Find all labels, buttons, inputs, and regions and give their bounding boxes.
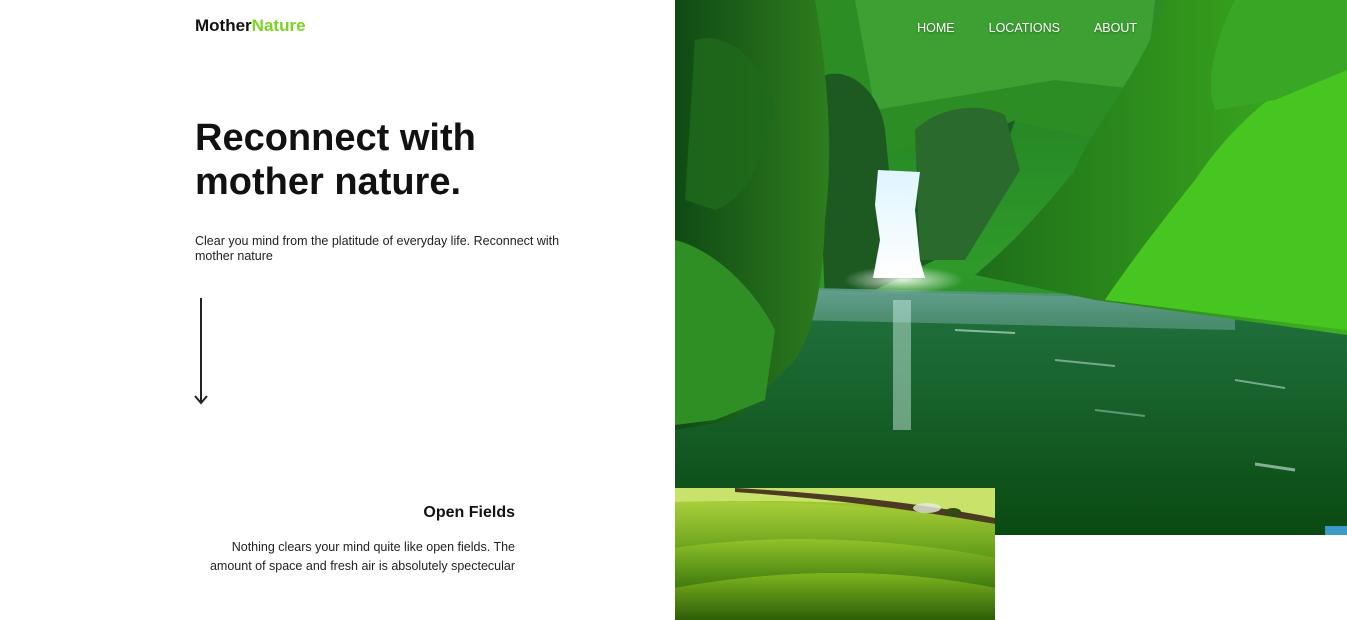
nav-locations[interactable]: LOCATIONS bbox=[989, 21, 1060, 35]
hero-headline: Reconnect with mother nature. bbox=[195, 117, 476, 203]
waterfall-illustration bbox=[675, 0, 1347, 535]
section-title: Open Fields bbox=[423, 504, 515, 521]
watermark-badge bbox=[1325, 526, 1347, 535]
brand-name-part2: Nature bbox=[251, 16, 306, 35]
brand-logo[interactable]: MotherNature bbox=[195, 16, 306, 36]
hero-image-waterfall: HOME LOCATIONS ABOUT bbox=[675, 0, 1347, 535]
section-text: Nothing clears your mind quite like open… bbox=[209, 540, 515, 573]
page: MotherNature Reconnect with mother natur… bbox=[0, 0, 1347, 620]
nav-home[interactable]: HOME bbox=[917, 21, 955, 35]
nav-about[interactable]: ABOUT bbox=[1094, 21, 1137, 35]
brand-name-part1: Mother bbox=[195, 16, 252, 35]
main-nav: HOME LOCATIONS ABOUT bbox=[917, 21, 1137, 35]
fields-illustration bbox=[675, 488, 995, 620]
fields-image bbox=[675, 488, 995, 620]
hero-subtext: Clear you mind from the platitude of eve… bbox=[195, 234, 560, 263]
arrow-down-icon[interactable] bbox=[193, 297, 209, 407]
